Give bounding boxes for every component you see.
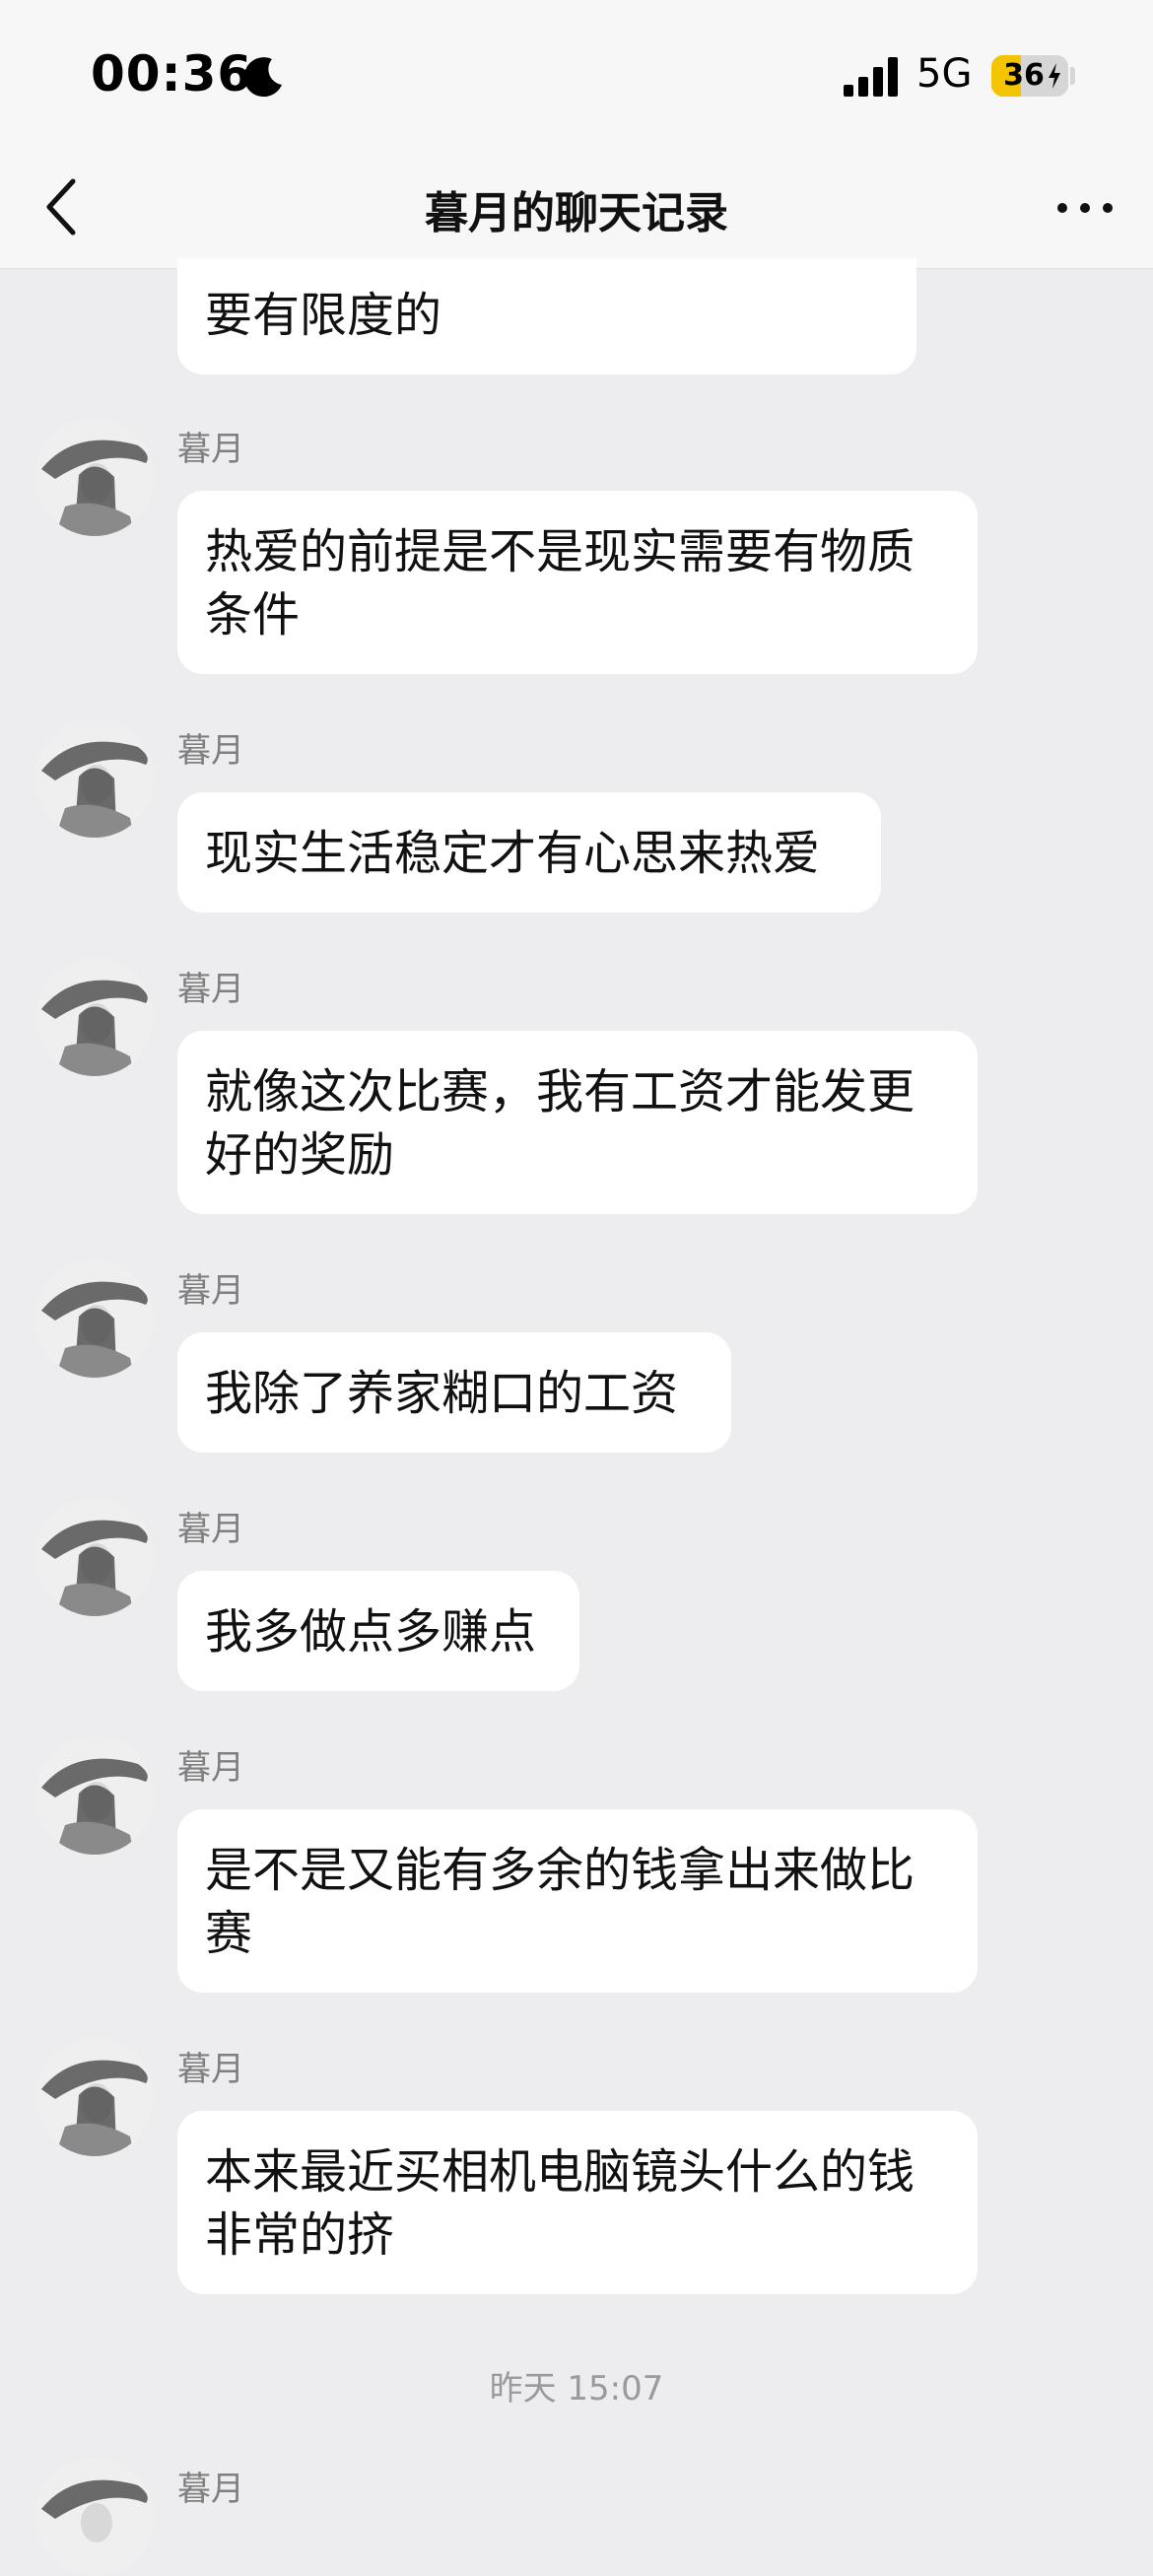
moon-icon	[243, 57, 282, 98]
message-text: 热爱的前提是不是现实需要有物质条件	[205, 524, 916, 643]
network-type: 5G	[916, 51, 973, 97]
message-text: 要有限度的	[205, 288, 442, 343]
avatar[interactable]	[35, 719, 154, 838]
sender-name: 暮月	[177, 970, 244, 1009]
message-bubble[interactable]: 我多做点多赚点	[177, 1571, 579, 1691]
signal-icon	[844, 57, 898, 97]
battery-charging-icon: 36	[991, 55, 1068, 97]
sender-name: 暮月	[177, 2470, 244, 2509]
avatar[interactable]	[35, 958, 154, 1076]
sender-name: 暮月	[177, 1271, 244, 1311]
status-bar: 00:36 5G 36	[0, 0, 1153, 148]
message-text: 就像这次比赛，我有工资才能发更好的奖励	[205, 1064, 916, 1183]
avatar[interactable]	[35, 1736, 154, 1855]
sender-name: 暮月	[177, 430, 244, 469]
page-title: 暮月的聊天记录	[425, 188, 728, 238]
sender-name: 暮月	[177, 1748, 244, 1788]
avatar[interactable]	[35, 1259, 154, 1378]
message-bubble[interactable]: 热爱的前提是不是现实需要有物质条件	[177, 491, 978, 674]
avatar[interactable]	[35, 2038, 154, 2156]
message-bubble[interactable]: 是不是又能有多余的钱拿出来做比赛	[177, 1809, 978, 1993]
avatar[interactable]	[35, 1498, 154, 1616]
message-text: 现实生活稳定才有心思来热爱	[205, 826, 821, 881]
avatar[interactable]	[35, 2458, 154, 2576]
ellipsis-icon[interactable]	[1051, 185, 1119, 231]
avatar[interactable]	[35, 418, 154, 536]
status-time: 00:36	[91, 45, 253, 102]
battery-tip	[1070, 67, 1075, 85]
message-text: 我多做点多赚点	[205, 1604, 537, 1660]
bolt-icon	[1049, 63, 1060, 89]
message-bubble[interactable]: 就像这次比赛，我有工资才能发更好的奖励	[177, 1031, 978, 1214]
message-bubble[interactable]: 要有限度的	[177, 258, 916, 374]
message-bubble[interactable]: 现实生活稳定才有心思来热爱	[177, 792, 881, 913]
message-bubble[interactable]: 我除了养家糊口的工资	[177, 1332, 731, 1453]
sender-name: 暮月	[177, 2050, 244, 2089]
message-text: 我除了养家糊口的工资	[205, 1366, 679, 1421]
chat-timestamp: 昨天 15:07	[489, 2369, 664, 2408]
message-bubble[interactable]: 本来最近买相机电脑镜头什么的钱非常的挤	[177, 2111, 978, 2294]
sender-name: 暮月	[177, 731, 244, 771]
nav-bar: 暮月的聊天记录	[0, 148, 1153, 269]
sender-name: 暮月	[177, 1510, 244, 1549]
message-text: 是不是又能有多余的钱拿出来做比赛	[205, 1843, 916, 1961]
message-text: 本来最近买相机电脑镜头什么的钱非常的挤	[205, 2144, 916, 2263]
